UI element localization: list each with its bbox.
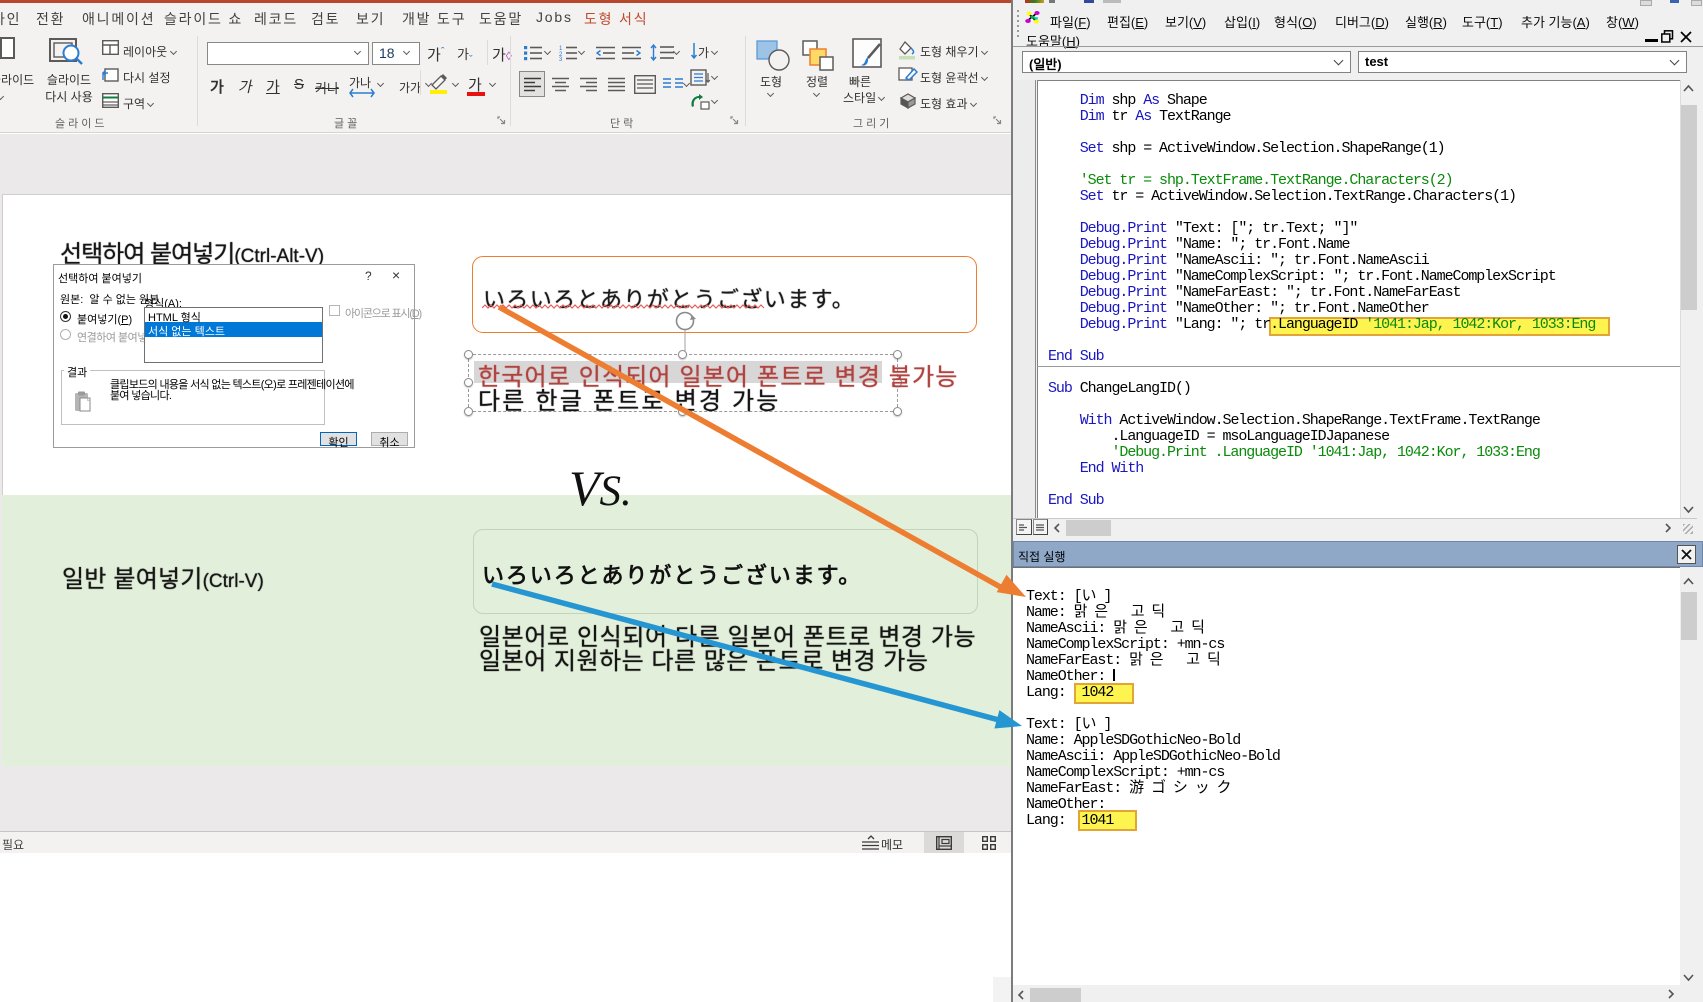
- svg-text:3: 3: [559, 57, 563, 61]
- svg-text:가: 가: [698, 46, 709, 60]
